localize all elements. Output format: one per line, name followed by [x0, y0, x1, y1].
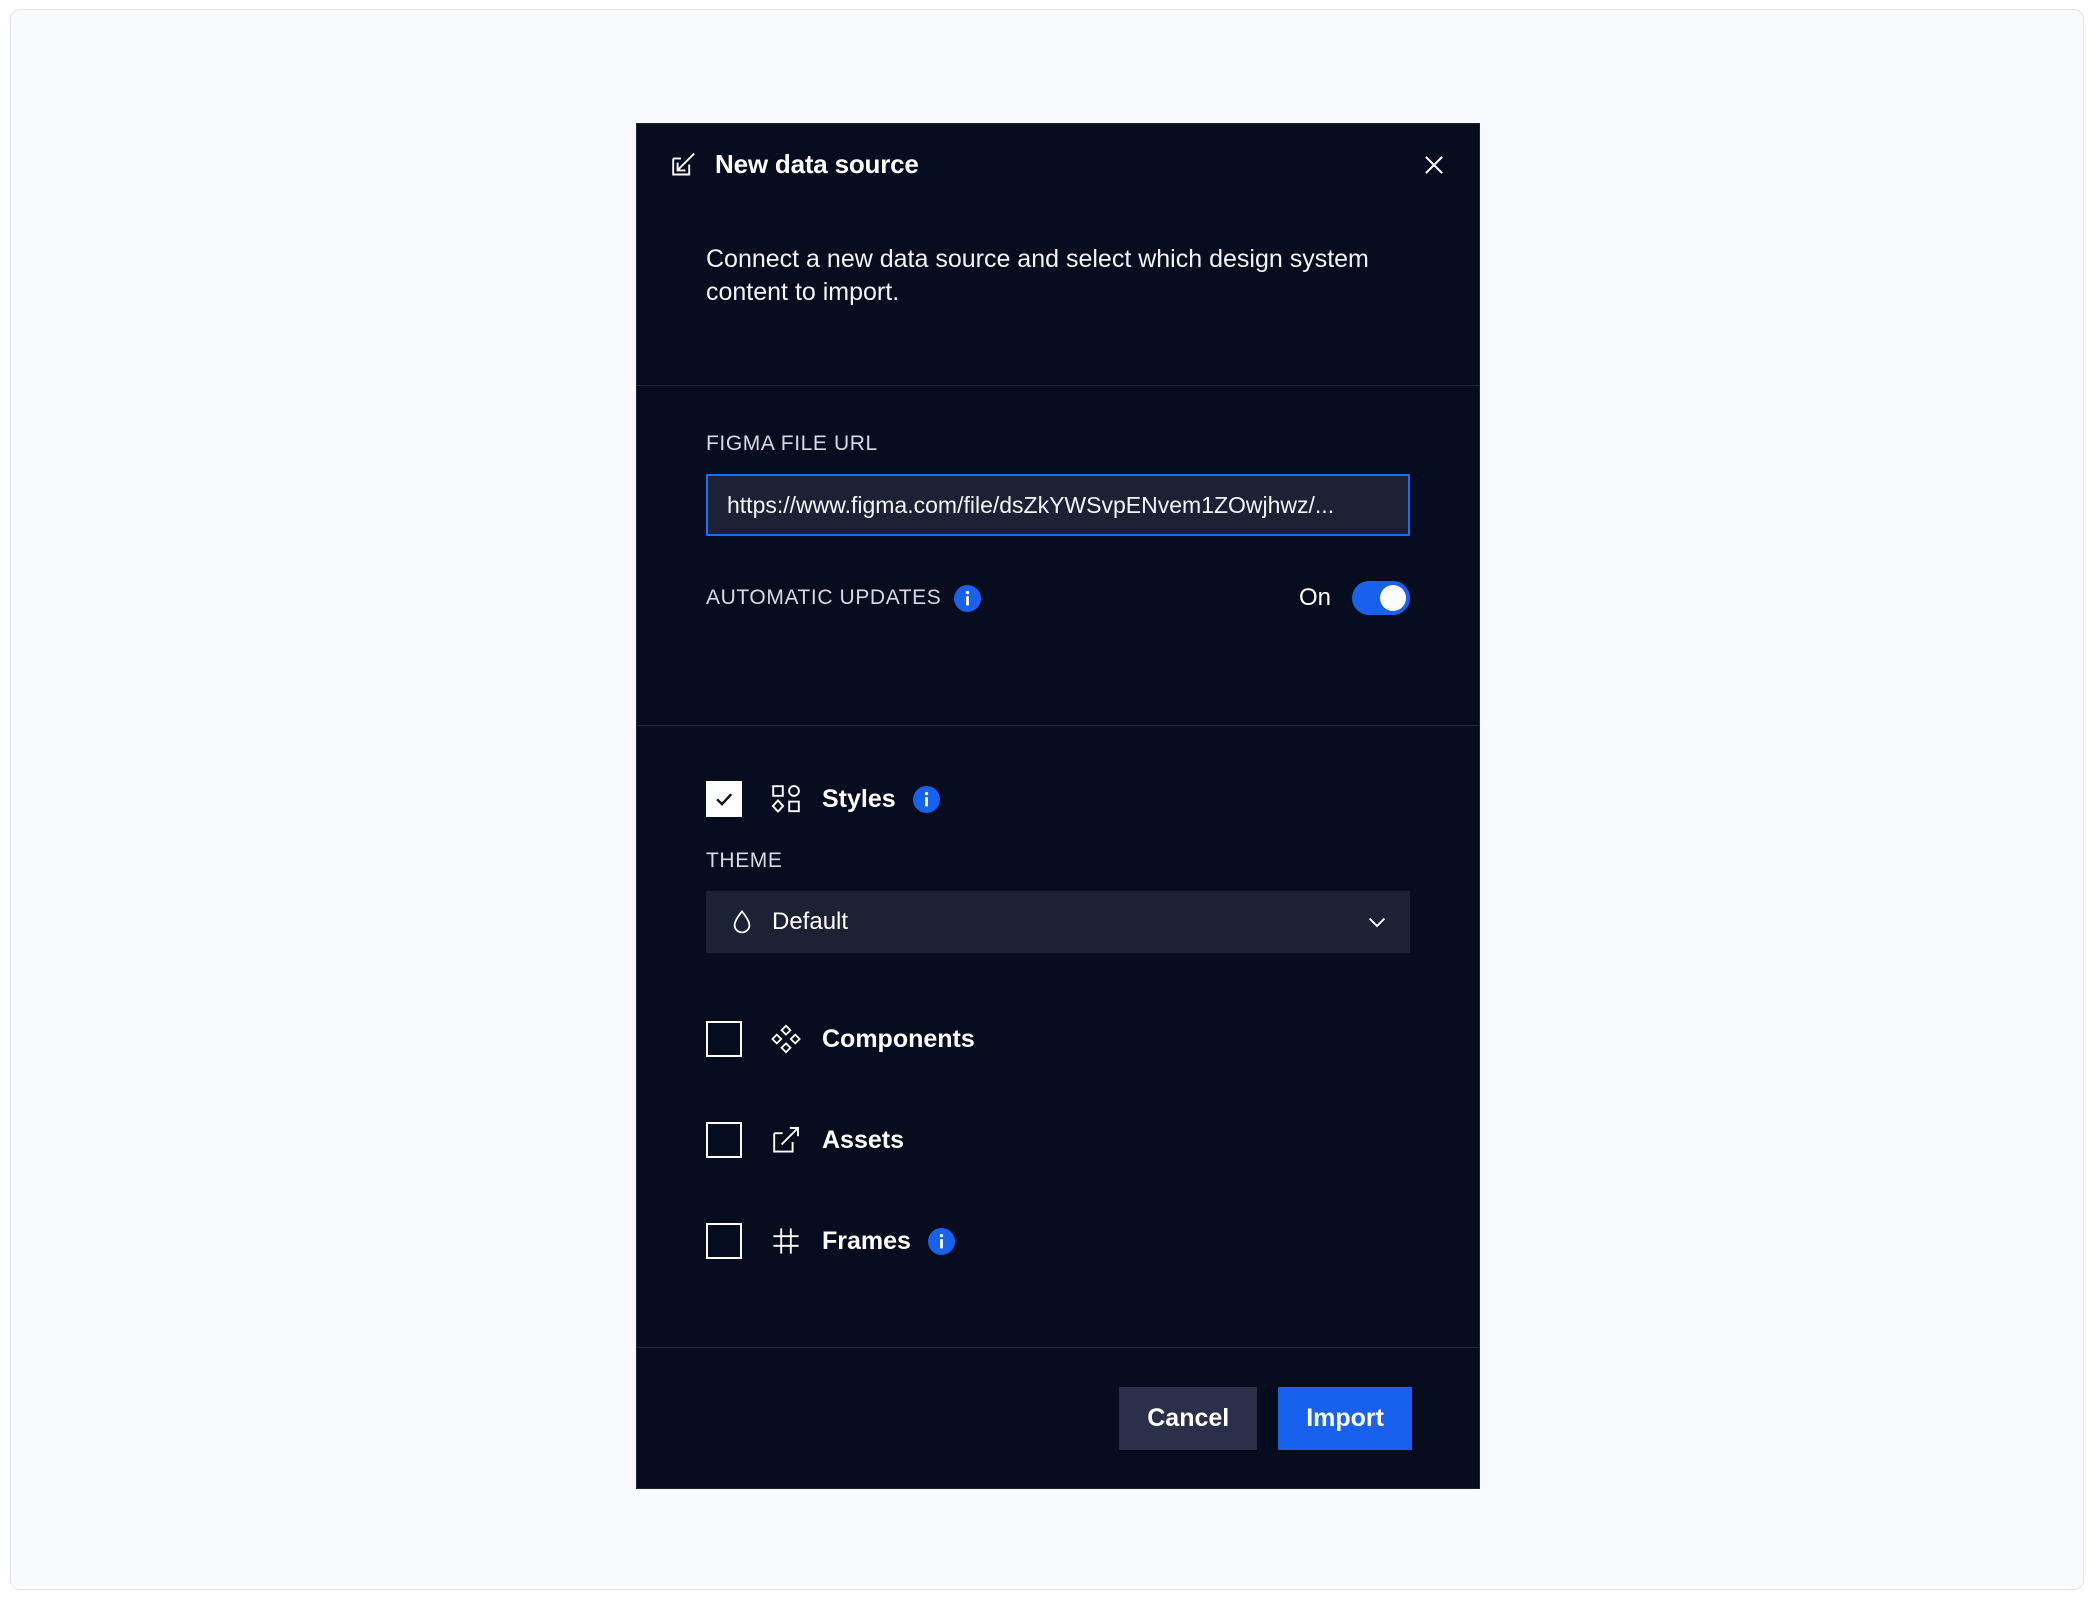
info-icon[interactable]: [927, 1227, 955, 1255]
toggle-state-label: On: [1298, 584, 1331, 611]
automatic-updates-row: AUTOMATIC UPDATES On: [706, 581, 1410, 615]
checkbox-assets[interactable]: [706, 1122, 742, 1158]
external-link-icon: [771, 1125, 801, 1155]
automatic-updates-label: AUTOMATIC UPDATES: [706, 586, 942, 609]
figma-url-input[interactable]: https://www.figma.com/file/dsZkYWSvpENve…: [706, 474, 1410, 536]
option-row-assets[interactable]: Assets: [706, 1122, 1410, 1158]
option-row-frames[interactable]: Frames: [706, 1223, 1410, 1259]
new-data-source-modal: New data source Connect a new data sourc…: [636, 123, 1480, 1489]
theme-select[interactable]: Default: [706, 891, 1410, 953]
checkbox-components[interactable]: [706, 1021, 742, 1057]
intro-section: Connect a new data source and select whi…: [637, 205, 1479, 385]
frame-grid-icon: [771, 1226, 801, 1256]
info-icon[interactable]: [912, 785, 940, 813]
option-label-components: Components: [822, 1024, 975, 1053]
chevron-down-icon[interactable]: [1366, 911, 1388, 933]
automatic-updates-right: On: [1299, 581, 1410, 615]
modal-header: New data source: [637, 124, 1479, 205]
automatic-updates-toggle[interactable]: [1352, 581, 1410, 615]
shapes-grid-icon: [771, 784, 801, 814]
intro-description: Connect a new data source and select whi…: [706, 245, 1369, 306]
modal-footer: Cancel Import: [637, 1348, 1479, 1488]
automatic-updates-left: AUTOMATIC UPDATES: [706, 584, 982, 612]
import-button[interactable]: Import: [1278, 1386, 1412, 1450]
close-button[interactable]: [1417, 148, 1451, 182]
modal-title: New data source: [715, 149, 919, 179]
info-icon[interactable]: [954, 584, 982, 612]
theme-block: THEME Default: [706, 849, 1410, 953]
option-label-frames: Frames: [822, 1226, 911, 1255]
figma-url-label: FIGMA FILE URL: [706, 432, 878, 455]
import-arrow-box-icon: [670, 151, 697, 178]
theme-label: THEME: [706, 849, 783, 872]
droplet-icon: [731, 909, 753, 935]
cancel-button[interactable]: Cancel: [1119, 1386, 1258, 1450]
option-row-components[interactable]: Components: [706, 1021, 1410, 1057]
checkbox-styles[interactable]: [706, 781, 742, 817]
diamond-cluster-icon: [771, 1024, 801, 1054]
url-section: FIGMA FILE URL https://www.figma.com/fil…: [637, 386, 1479, 725]
options-section: Styles THEME Default Components Assets F…: [637, 726, 1479, 1347]
modal-header-left: New data source: [670, 149, 919, 180]
option-label-styles: Styles: [822, 784, 896, 813]
checkbox-frames[interactable]: [706, 1223, 742, 1259]
theme-value: Default: [772, 908, 849, 935]
option-row-styles[interactable]: Styles: [706, 781, 1410, 817]
page-background: New data source Connect a new data sourc…: [10, 9, 2084, 1590]
option-label-assets: Assets: [822, 1125, 904, 1154]
toggle-knob: [1380, 585, 1406, 611]
